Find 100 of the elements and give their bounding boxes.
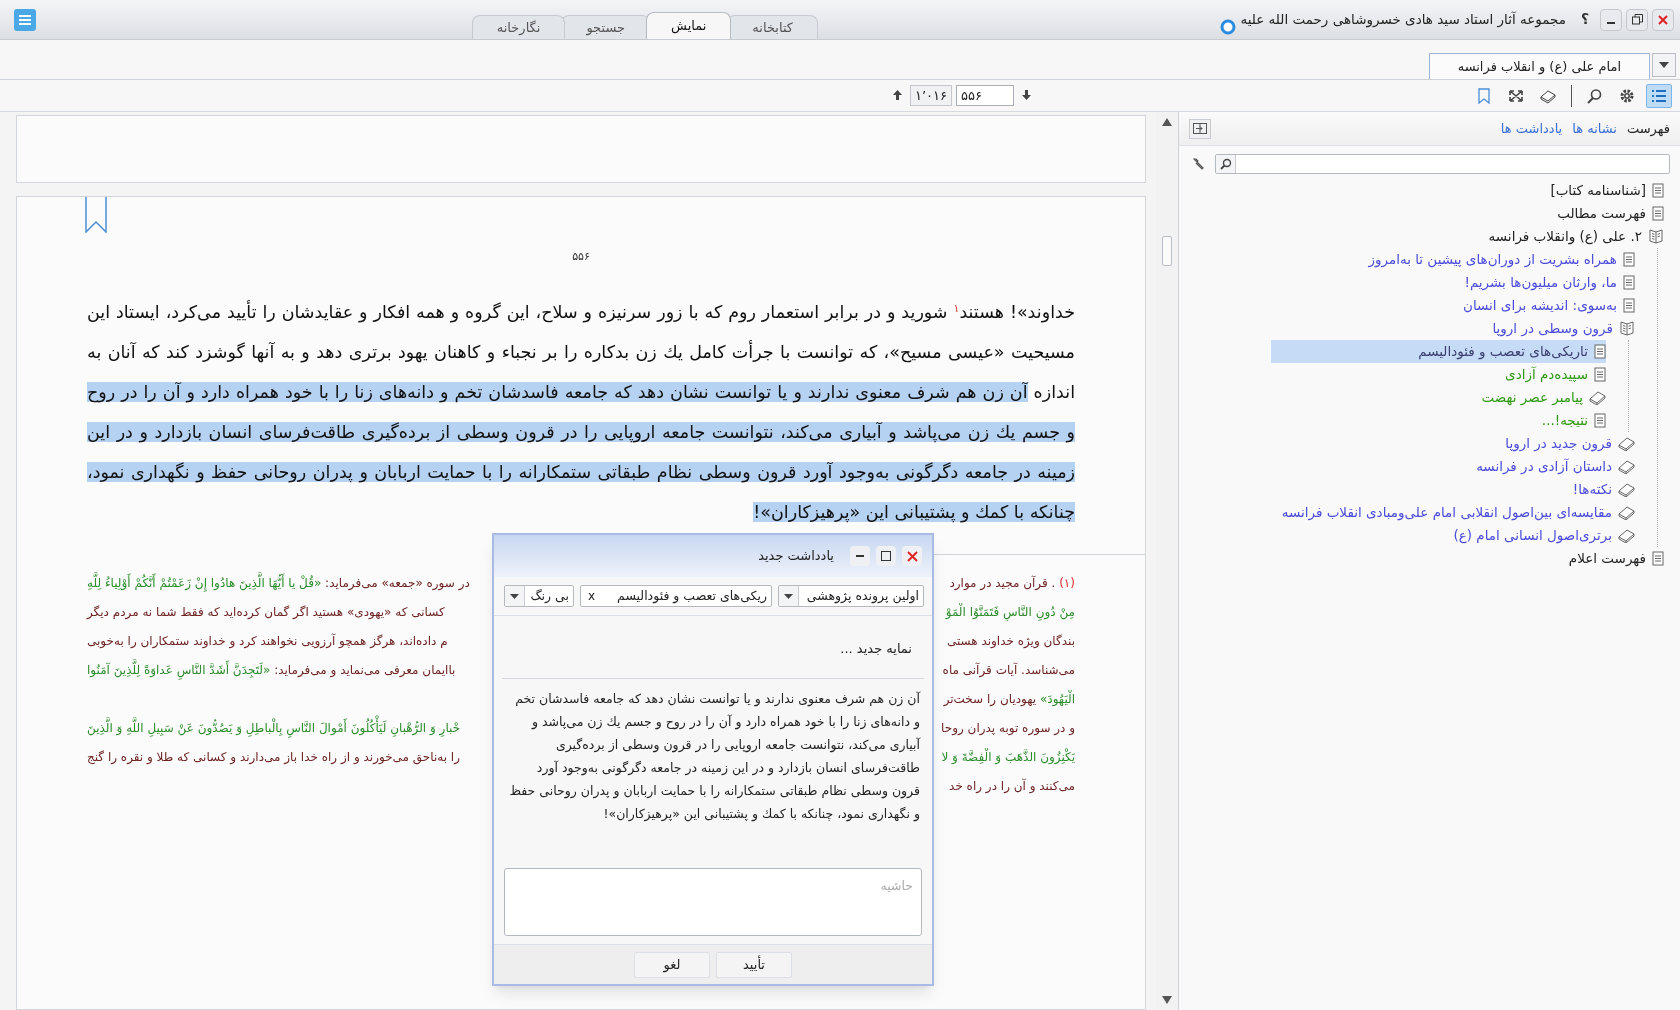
- tree-item[interactable]: مقایسه‌ای بین‌اصول انقلابی امام علی‌ومبادی انقلاب فرانسه: [1281, 501, 1635, 524]
- expand-icon: [1507, 87, 1525, 104]
- restore-button[interactable]: [1626, 8, 1648, 31]
- footnote-text: مِنْ دُونِ النَّاسِ فَتَمَنَّوُا الْمَوْ: [944, 603, 1075, 621]
- search-icon: [1586, 87, 1604, 104]
- list-icon: [1650, 87, 1668, 104]
- tree-item[interactable]: قرون جدید در اروپا: [1505, 432, 1635, 455]
- tree-item[interactable]: ما، وارثان میلیون‌ها بشریم!: [1464, 271, 1635, 294]
- page-number: ۵۵۶: [572, 249, 590, 265]
- close-button[interactable]: [902, 546, 922, 566]
- ring-icon: [1220, 18, 1237, 35]
- help-button[interactable]: ؟: [1574, 8, 1596, 31]
- sidebar-tab[interactable]: یادداشت ها: [1500, 118, 1563, 139]
- footnote-text: کسانی که «یهودی» هستید اگر گمان کرده‌اید که فقط شما نه مردم دیگر: [87, 604, 445, 621]
- restore-icon: [1631, 14, 1643, 25]
- page-icon: [1623, 298, 1635, 313]
- tree-item[interactable]: فهرست اعلام: [1568, 547, 1664, 570]
- tree-item[interactable]: قرون وسطی در اروپا: [1492, 317, 1635, 340]
- page-icon: [1594, 344, 1606, 359]
- tag-remove-button[interactable]: x: [585, 587, 599, 605]
- tree-item[interactable]: داستان آزادی در فرانسه: [1476, 455, 1635, 478]
- panel-toggle-button[interactable]: [1189, 118, 1211, 139]
- document-tab[interactable]: امام علی (ع) و انقلاب فرانسه: [1428, 53, 1650, 79]
- caret-icon: [510, 593, 519, 599]
- dialog-title: یادداشت جدید: [758, 547, 834, 566]
- tree-item[interactable]: [شناسنامه کتاب]: [1550, 179, 1664, 202]
- footnote-text: را به‌ناحق می‌خورند و از راه خدا باز می‌دارند و کسانی که طلا و نقره را گنج: [87, 749, 460, 766]
- window-title: مجموعه آثار استاد سید هادی خسروشاهی رحمت الله علیه: [1240, 10, 1567, 30]
- maximize-icon: [881, 551, 891, 561]
- minimize-button[interactable]: [1600, 8, 1622, 31]
- caret-icon: [784, 593, 793, 599]
- tree-item[interactable]: سپیده‌دم آزادی: [1505, 363, 1606, 386]
- menu-button[interactable]: [14, 9, 36, 31]
- color-dropdown[interactable]: بی رنگ: [504, 585, 574, 607]
- page-total: ۱٬۰۱۶: [909, 84, 952, 106]
- scroll-down-icon: [1162, 996, 1172, 1004]
- page-number-field[interactable]: ۵۵۶: [956, 84, 1014, 106]
- tree-item[interactable]: برتری‌اصول انسانی امام (ع): [1453, 524, 1635, 547]
- page-icon: [1652, 206, 1664, 221]
- book-icon: [1618, 459, 1635, 474]
- margin-note-field[interactable]: حاشیه: [504, 868, 922, 936]
- book-icon: [1618, 505, 1635, 520]
- page-icon: [1594, 413, 1606, 428]
- open-book-icon: [1619, 321, 1635, 336]
- tab-list-dropdown[interactable]: [1652, 53, 1676, 77]
- minimize-icon: [1606, 21, 1616, 24]
- tree-item[interactable]: نتیجه!...: [1541, 409, 1606, 432]
- tree-item[interactable]: به‌سوی: اندیشه برای انسان: [1463, 294, 1635, 317]
- maximize-button[interactable]: [876, 546, 896, 566]
- search-field[interactable]: [1215, 154, 1670, 174]
- panel-toggle-icon: [1193, 123, 1207, 134]
- book-icon: [1618, 436, 1635, 451]
- dialog-button[interactable]: لغو: [634, 951, 710, 978]
- footnote-text: می‌شناسد. آیات قرآنی ماه: [941, 661, 1075, 679]
- wrench-icon: [1193, 158, 1205, 170]
- tree-item[interactable]: ۲. علی (ع) وانقلاب فرانسه: [1488, 225, 1664, 248]
- book-icon: [1618, 482, 1635, 497]
- minimize-button[interactable]: [850, 546, 870, 566]
- dialog-button[interactable]: تأیید: [716, 951, 792, 978]
- bookmark-icon: [1475, 87, 1493, 104]
- footnote-text: در سوره «جمعه» می‌فرماید: «قُلْ يا أَيُّهَا الَّذِينَ هادُوا إِنْ زَعَمْتُمْ أَنَّكُمْ أَوْلِياءُ لِلَّهِ: [87, 574, 470, 592]
- tree-item[interactable]: نکته‌ها!: [1572, 478, 1635, 501]
- caret-icon: [1659, 62, 1669, 68]
- settings-icon: [1618, 87, 1636, 104]
- bookmark-icon: [85, 197, 107, 233]
- arrow-down-icon: [1021, 90, 1031, 100]
- project-dropdown[interactable]: اولین پرونده پژوهشی: [778, 585, 924, 607]
- page-icon: [1623, 275, 1635, 290]
- tree-item[interactable]: فهرست مطالب: [1557, 202, 1664, 225]
- main-tab[interactable]: نمایش: [646, 12, 732, 39]
- minimize-icon: [855, 555, 865, 557]
- search-icon: [1219, 158, 1232, 170]
- main-tab[interactable]: نگارخانه: [471, 15, 566, 39]
- close-icon: [906, 550, 918, 562]
- close-icon: [1658, 14, 1668, 25]
- body-paragraph: خداوند»! هستند$^{۱}$ شورید و در برابر استعمار روم که با زور سرنیزه و سلاح، این گروه و همه افکار و عقایدشان را تأیید می‌کرد، ایستاد این مسیحیت «عیسی مسیح»، که توانست با جرأت کامل يك زن بدکاره را بر نجباء و کاهنان یهود برتری دهد و به آنها گوشزد کند که آنان به اندازه آن زن هم شرف معنوی ندارند و یا توانست نشان دهد که جامعه فاسدشان تخم و دانه‌های زنا را با خود همراه دارد و آن را در روح و جسم يك زن می‌پاشد و آبیاری می‌کند، نتوانست جامعه اروپایی را در قرون وسطی از برده‌گیری طاقت‌فرسای انسان بازدارد و در این زمینه در جامعه دگرگونی به‌وجود آورد قرون وسطی نظام طبقاتی ستمکارانه را با حمایت اربابان و پدران روحانی حفظ و نگهداری نمود، چنانکه با کمك و پشتیبانی این «پرهیزکاران»!: [87, 299, 1075, 525]
- page-icon: [1623, 252, 1635, 267]
- book-icon: [1618, 528, 1635, 543]
- footnote-text: می‌کنند و آن را در راه خد: [948, 777, 1075, 795]
- open-book-icon: [1648, 229, 1664, 244]
- tree-item[interactable]: همراه بشریت از دوران‌های پیشین تا به‌امروز: [1368, 248, 1635, 271]
- book-icon: [1589, 390, 1606, 405]
- footnote-text: و در سوره توبه پدران روحا: [940, 720, 1075, 737]
- footnote-text: باایمان معرفی می‌نماید و می‌فرماید: «لَتَجِدَنَّ أَشَدَّ النَّاسِ عَداوَةً لِلَّذِينَ آمَنُوا: [87, 661, 456, 679]
- scroll-up-icon: [1162, 118, 1172, 126]
- new-index-link[interactable]: نمایه جدید ...: [840, 641, 912, 656]
- toolbar-button[interactable]: [1646, 83, 1672, 108]
- sidebar-tab[interactable]: فهرست: [1626, 118, 1670, 139]
- quoted-text: آن زن هم شرف معنوی ندارند و یا توانست نشان دهد که جامعه فاسدشان تخم و دانه‌های زنا را با خود همراه دارد و آن را در روح و جسم يك زن می‌پاشد و آبیاری می‌کند، نتوانست جامعه اروپایی را در قرون وسطی از برده‌گیری طاقت‌فرسای انسان بازدارد و در این زمینه در جامعه دگرگونی به‌وجود آورد قرون وسطی نظام طبقاتی ستمکارانه را با حمایت اربابان و پدران روحانی حفظ و نگهداری نمود، چنانکه با کمك و پشتیبانی این «پرهیزکاران»!: [508, 690, 922, 824]
- menu-icon: [18, 14, 32, 26]
- page-icon: [1594, 367, 1606, 382]
- tree-item[interactable]: تاریکی‌های تعصب و فئوداليسم: [1271, 340, 1606, 363]
- tree-item[interactable]: پیامبر عصر نهضت: [1481, 386, 1606, 409]
- footnote-text: (۱) . قرآن مجید در موارد: [948, 574, 1075, 592]
- footnote-text: م داده‌اند، هرگز همچو آرزویی نخواهند کرد و خداوند ستمکاران را به‌خوبی: [87, 632, 448, 650]
- close-button[interactable]: [1652, 8, 1674, 31]
- scrollbar-thumb[interactable]: [1162, 236, 1172, 266]
- sidebar-tab[interactable]: نشانه ها: [1572, 118, 1617, 139]
- footnote-text: يَكْنِزُونَ الذَّهَبَ وَ الْفِضَّةَ وَ لا: [940, 748, 1075, 766]
- page-icon: [1652, 551, 1664, 566]
